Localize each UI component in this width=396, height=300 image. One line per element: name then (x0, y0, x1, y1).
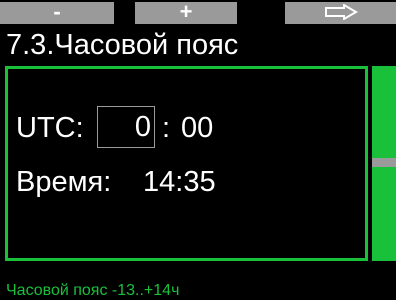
utc-separator: : (162, 112, 171, 144)
time-label: Время: (16, 166, 112, 198)
plus-softkey-label: + (179, 0, 193, 24)
utc-label: UTC: (16, 112, 84, 144)
utc-hours-field[interactable]: 0 (97, 106, 155, 148)
timezone-range-hint: Часовой пояс -13..+14ч (6, 282, 180, 299)
minus-softkey[interactable]: - (0, 0, 114, 24)
settings-panel (5, 66, 368, 261)
utc-minutes-value: 00 (181, 112, 214, 144)
minus-softkey-label: - (53, 0, 61, 24)
next-softkey[interactable] (285, 2, 396, 24)
page-title: 7.3.Часовой пояс (6, 29, 239, 61)
scrollbar-thumb[interactable] (372, 158, 396, 167)
plus-softkey[interactable]: + (135, 0, 237, 24)
time-value: 14:35 (143, 166, 216, 198)
right-arrow-outline-icon (324, 4, 358, 20)
